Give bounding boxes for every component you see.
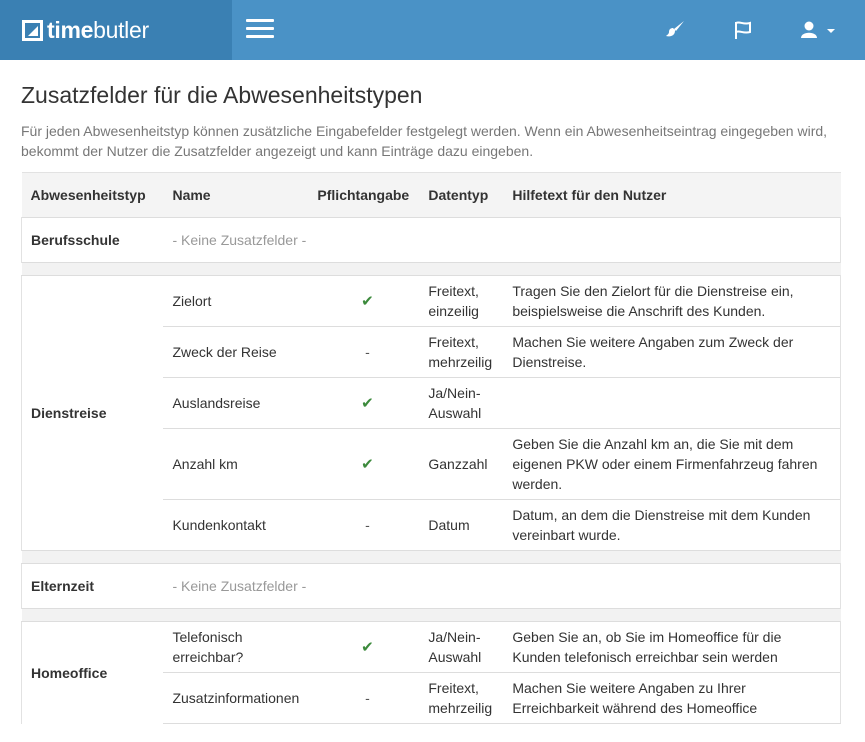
timebutler-logo-icon [22, 19, 43, 41]
required-cell: - [315, 499, 420, 551]
field-name-cell: Telefonisch erreichbar? [163, 621, 316, 673]
required-cell: ✔ [315, 275, 420, 327]
field-name-cell: Auslandsreise [163, 377, 316, 429]
brush-icon[interactable] [664, 19, 686, 41]
check-icon: ✔ [361, 292, 374, 310]
group-separator [21, 262, 841, 276]
table-row: Berufsschule - Keine Zusatzfelder - [21, 217, 842, 263]
absence-type-cell: Dienstreise [21, 275, 164, 551]
datatype-cell: Freitext, einzeilig [419, 275, 504, 327]
datatype-cell: Ja/Nein-Auswahl [419, 377, 504, 429]
header-datatype: Datentyp [419, 172, 504, 218]
helptext-cell: Machen Sie weitere Angaben zu Ihrer Erre… [503, 672, 842, 724]
header-helptext: Hilfetext für den Nutzer [503, 172, 841, 218]
field-name-cell: Kundenkontakt [163, 499, 316, 551]
user-menu-icon[interactable] [798, 19, 838, 41]
check-icon: ✔ [361, 455, 374, 473]
no-fields-label: - Keine Zusatzfelder - [163, 563, 842, 609]
table-body: Berufsschule - Keine Zusatzfelder - Dienst… [21, 217, 842, 724]
field-name-cell: Zusatzinformationen [163, 672, 316, 724]
header-name: Name [163, 172, 316, 218]
table-row: Elternzeit - Keine Zusatzfelder - [21, 563, 842, 609]
absence-type-cell: Berufsschule [21, 217, 164, 263]
helptext-cell: Geben Sie an, ob Sie im Homeoffice für d… [503, 621, 842, 673]
absence-type-cell: Elternzeit [21, 563, 164, 609]
helptext-cell: Geben Sie die Anzahl km an, die Sie mit … [503, 428, 842, 500]
group-separator [21, 550, 841, 564]
menu-toggle-icon[interactable] [246, 19, 274, 41]
header-absence-type: Abwesenheitstyp [21, 172, 164, 218]
check-icon: ✔ [361, 394, 374, 412]
required-cell: ✔ [315, 377, 420, 429]
required-cell: ✔ [315, 621, 420, 673]
no-fields-label: - Keine Zusatzfelder - [163, 217, 842, 263]
not-required-dash: - [365, 690, 370, 706]
brand-logo[interactable]: timebutler [0, 0, 232, 60]
helptext-cell: Machen Sie weitere Angaben zum Zweck der… [503, 326, 842, 378]
field-name-cell: Zweck der Reise [163, 326, 316, 378]
datatype-cell: Ja/Nein-Auswahl [419, 621, 504, 673]
not-required-dash: - [365, 517, 370, 533]
brand-name: timebutler [47, 16, 149, 43]
table-row: Homeoffice Telefonisch erreichbar? ✔ Ja/Nei… [21, 621, 842, 724]
header-required: Pflichtangabe [315, 172, 420, 218]
helptext-cell: Datum, an dem die Dienstreise mit dem Ku… [503, 499, 842, 551]
helptext-cell [503, 377, 842, 429]
datatype-cell: Freitext, mehrzeilig [419, 326, 504, 378]
not-required-dash: - [365, 344, 370, 360]
main-content: Zusatzfelder für die Abwesenheitstypen F… [21, 60, 842, 724]
absence-type-cell: Homeoffice [21, 621, 164, 724]
datatype-cell: Datum [419, 499, 504, 551]
top-navbar: timebutler [0, 0, 865, 60]
check-icon: ✔ [361, 638, 374, 656]
required-cell: ✔ [315, 428, 420, 500]
field-name-cell: Anzahl km [163, 428, 316, 500]
datatype-cell: Ganzzahl [419, 428, 504, 500]
table-row: Dienstreise Zielort ✔ Freitext, einzeilig Tr… [21, 275, 842, 551]
page-intro: Für jeden Abwesenheitstyp können zusätzl… [21, 123, 828, 159]
datatype-cell: Freitext, mehrzeilig [419, 672, 504, 724]
group-separator [21, 608, 841, 622]
field-name-cell: Zielort [163, 275, 316, 327]
required-cell: - [315, 672, 420, 724]
table-header-row: Abwesenheitstyp Name Pflichtangabe Daten… [21, 172, 841, 218]
required-cell: - [315, 326, 420, 378]
page-title: Zusatzfelder für die Abwesenheitstypen [21, 82, 423, 108]
flag-icon[interactable] [732, 19, 754, 41]
helptext-cell: Tragen Sie den Zielort für die Dienstrei… [503, 275, 842, 327]
extra-fields-table: Abwesenheitstyp Name Pflichtangabe Daten… [21, 172, 842, 724]
